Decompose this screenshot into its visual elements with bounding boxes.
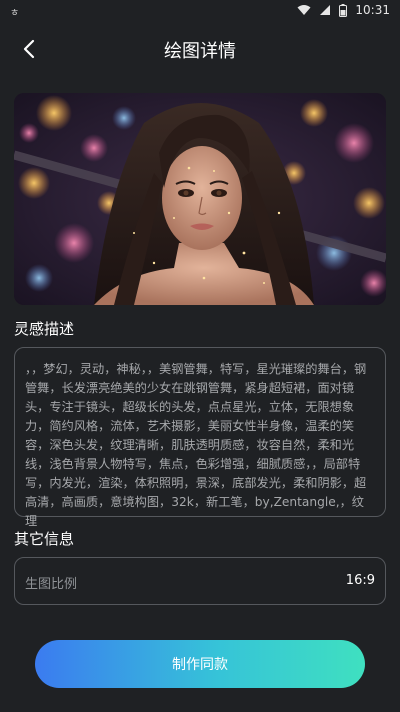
aspect-ratio-label: 生图比例 (25, 577, 78, 592)
status-time: 10:31 (355, 3, 390, 17)
portrait-image (14, 93, 386, 305)
make-same-button[interactable]: 制作同款 (35, 640, 365, 688)
signal-icon (320, 5, 331, 15)
page-title: 绘图详情 (164, 41, 236, 62)
status-bar: ㅎ 10:31 (0, 0, 400, 24)
inspiration-description-box: ，，梦幻，灵动，神秘，，美钢管舞，特写，星光璀璨的舞台，钢管舞，长发漂亮绝美的少… (14, 347, 386, 528)
header-bar: 绘图详情 (0, 28, 400, 72)
status-icons: 10:31 (297, 3, 390, 17)
aspect-ratio-row: 生图比例 16:9 (14, 557, 386, 605)
status-indicator: ㅎ (10, 8, 20, 19)
drawing-detail-screen: ㅎ 10:31 绘图详情 灵感描述 ，，梦幻，灵动，神秘，，美钢管舞，特写，星光… (0, 0, 400, 712)
wifi-icon (297, 5, 311, 15)
inspiration-description-text: ，，梦幻，灵动，神秘，，美钢管舞，特写，星光璀璨的舞台，钢管舞，长发漂亮绝美的少… (25, 362, 367, 528)
generated-image[interactable] (14, 93, 386, 305)
inspiration-title: 灵感描述 (14, 320, 75, 338)
other-info-title: 其它信息 (14, 530, 75, 548)
battery-icon (339, 3, 348, 17)
aspect-ratio-value: 16:9 (345, 573, 375, 588)
